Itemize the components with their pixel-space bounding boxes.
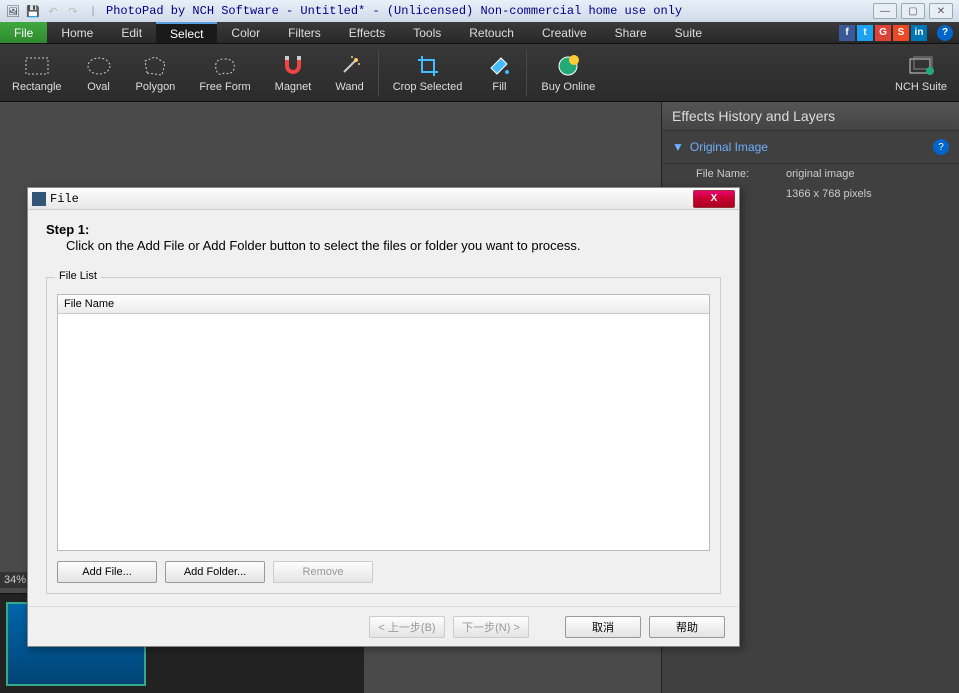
add-file-button[interactable]: Add File...: [57, 561, 157, 583]
separator: [378, 50, 379, 96]
menubar: File Home Edit Select Color Filters Effe…: [0, 22, 959, 44]
separator: [526, 50, 527, 96]
tool-label: Oval: [87, 81, 110, 93]
original-image-section[interactable]: ▼ Original Image ?: [662, 131, 959, 164]
next-button: 下一步(N) >: [453, 616, 529, 638]
dialog-body: Step 1: Click on the Add File or Add Fol…: [28, 210, 739, 606]
file-list-group: File List File Name Add File... Add Fold…: [46, 277, 721, 594]
fill-icon: [486, 53, 512, 79]
file-list[interactable]: File Name: [57, 294, 710, 551]
property-value: 1366 x 768 pixels: [786, 188, 872, 200]
buy-icon: [555, 53, 581, 79]
menu-suite[interactable]: Suite: [661, 22, 716, 43]
stumble-icon[interactable]: S: [893, 25, 909, 41]
social-icons: f t G S in ?: [839, 22, 959, 43]
add-folder-button[interactable]: Add Folder...: [165, 561, 265, 583]
app-icon: 🖼: [4, 2, 22, 20]
menu-file[interactable]: File: [0, 22, 47, 43]
tool-label: Crop Selected: [393, 81, 463, 93]
tool-nch-suite[interactable]: NCH Suite: [883, 44, 959, 101]
menu-home[interactable]: Home: [47, 22, 107, 43]
tool-magnet[interactable]: Magnet: [263, 44, 324, 101]
dialog-footer: < 上一步(B) 下一步(N) > 取消 帮助: [28, 606, 739, 646]
back-button: < 上一步(B): [369, 616, 445, 638]
menu-effects[interactable]: Effects: [335, 22, 399, 43]
minimize-button[interactable]: —: [873, 3, 897, 19]
property-key: File Name:: [696, 168, 786, 180]
list-body[interactable]: [58, 314, 709, 550]
property-value: original image: [786, 168, 854, 180]
qat-divider: |: [84, 2, 102, 20]
tool-rectangle[interactable]: Rectangle: [0, 44, 74, 101]
zoom-level: 34%: [0, 572, 30, 588]
tool-label: Buy Online: [541, 81, 595, 93]
facebook-icon[interactable]: f: [839, 25, 855, 41]
oval-icon: [86, 53, 112, 79]
close-button[interactable]: ✕: [929, 3, 953, 19]
dialog-title: File: [50, 192, 693, 206]
menu-edit[interactable]: Edit: [107, 22, 156, 43]
titlebar: 🖼 💾 ↶ ↷ | PhotoPad by NCH Software - Unt…: [0, 0, 959, 22]
quick-access-toolbar: 🖼 💾 ↶ ↷ |: [0, 2, 106, 20]
polygon-icon: [142, 53, 168, 79]
menu-creative[interactable]: Creative: [528, 22, 601, 43]
tool-crop-selected[interactable]: Crop Selected: [381, 44, 475, 101]
step-instructions: Step 1: Click on the Add File or Add Fol…: [46, 222, 721, 253]
file-dialog: File X Step 1: Click on the Add File or …: [27, 187, 740, 647]
twitter-icon[interactable]: t: [857, 25, 873, 41]
menu-filters[interactable]: Filters: [274, 22, 335, 43]
menu-tools[interactable]: Tools: [399, 22, 455, 43]
tool-label: Free Form: [199, 81, 250, 93]
group-legend: File List: [55, 270, 101, 282]
tool-fill[interactable]: Fill: [474, 44, 524, 101]
section-label: Original Image: [690, 140, 927, 154]
cancel-button[interactable]: 取消: [565, 616, 641, 638]
dialog-icon: [32, 192, 46, 206]
tool-wand[interactable]: Wand: [323, 44, 375, 101]
ribbon: Rectangle Oval Polygon Free Form Magnet …: [0, 44, 959, 102]
tool-label: NCH Suite: [895, 81, 947, 93]
save-icon[interactable]: 💾: [24, 2, 42, 20]
divider: [929, 25, 935, 41]
freeform-icon: [212, 53, 238, 79]
crop-icon: [415, 53, 441, 79]
tool-freeform[interactable]: Free Form: [187, 44, 262, 101]
help-button[interactable]: 帮助: [649, 616, 725, 638]
tool-polygon[interactable]: Polygon: [124, 44, 188, 101]
menu-share[interactable]: Share: [601, 22, 661, 43]
window-title: PhotoPad by NCH Software - Untitled* - (…: [106, 4, 873, 18]
help-icon[interactable]: ?: [937, 25, 953, 41]
tool-oval[interactable]: Oval: [74, 44, 124, 101]
dialog-titlebar: File X: [28, 188, 739, 210]
step-description: Click on the Add File or Add Folder butt…: [46, 238, 721, 253]
google-plus-icon[interactable]: G: [875, 25, 891, 41]
wand-icon: [337, 53, 363, 79]
suite-icon: [908, 53, 934, 79]
file-buttons-row: Add File... Add Folder... Remove: [57, 561, 710, 583]
dialog-close-button[interactable]: X: [693, 190, 735, 208]
tool-label: Polygon: [136, 81, 176, 93]
tool-label: Rectangle: [12, 81, 62, 93]
tool-label: Wand: [335, 81, 363, 93]
tool-label: Fill: [492, 81, 506, 93]
panel-title: Effects History and Layers: [662, 102, 959, 131]
maximize-button[interactable]: ▢: [901, 3, 925, 19]
menu-color[interactable]: Color: [217, 22, 274, 43]
undo-icon[interactable]: ↶: [44, 2, 62, 20]
redo-icon[interactable]: ↷: [64, 2, 82, 20]
remove-button: Remove: [273, 561, 373, 583]
rectangle-icon: [24, 53, 50, 79]
property-filename: File Name: original image: [662, 164, 959, 184]
collapse-arrow-icon: ▼: [672, 140, 684, 154]
linkedin-icon[interactable]: in: [911, 25, 927, 41]
tool-buy-online[interactable]: Buy Online: [529, 44, 607, 101]
column-header[interactable]: File Name: [58, 295, 709, 314]
step-label: Step 1:: [46, 222, 89, 237]
magnet-icon: [280, 53, 306, 79]
menu-retouch[interactable]: Retouch: [455, 22, 528, 43]
tool-label: Magnet: [275, 81, 312, 93]
help-icon[interactable]: ?: [933, 139, 949, 155]
menu-select[interactable]: Select: [156, 22, 217, 43]
